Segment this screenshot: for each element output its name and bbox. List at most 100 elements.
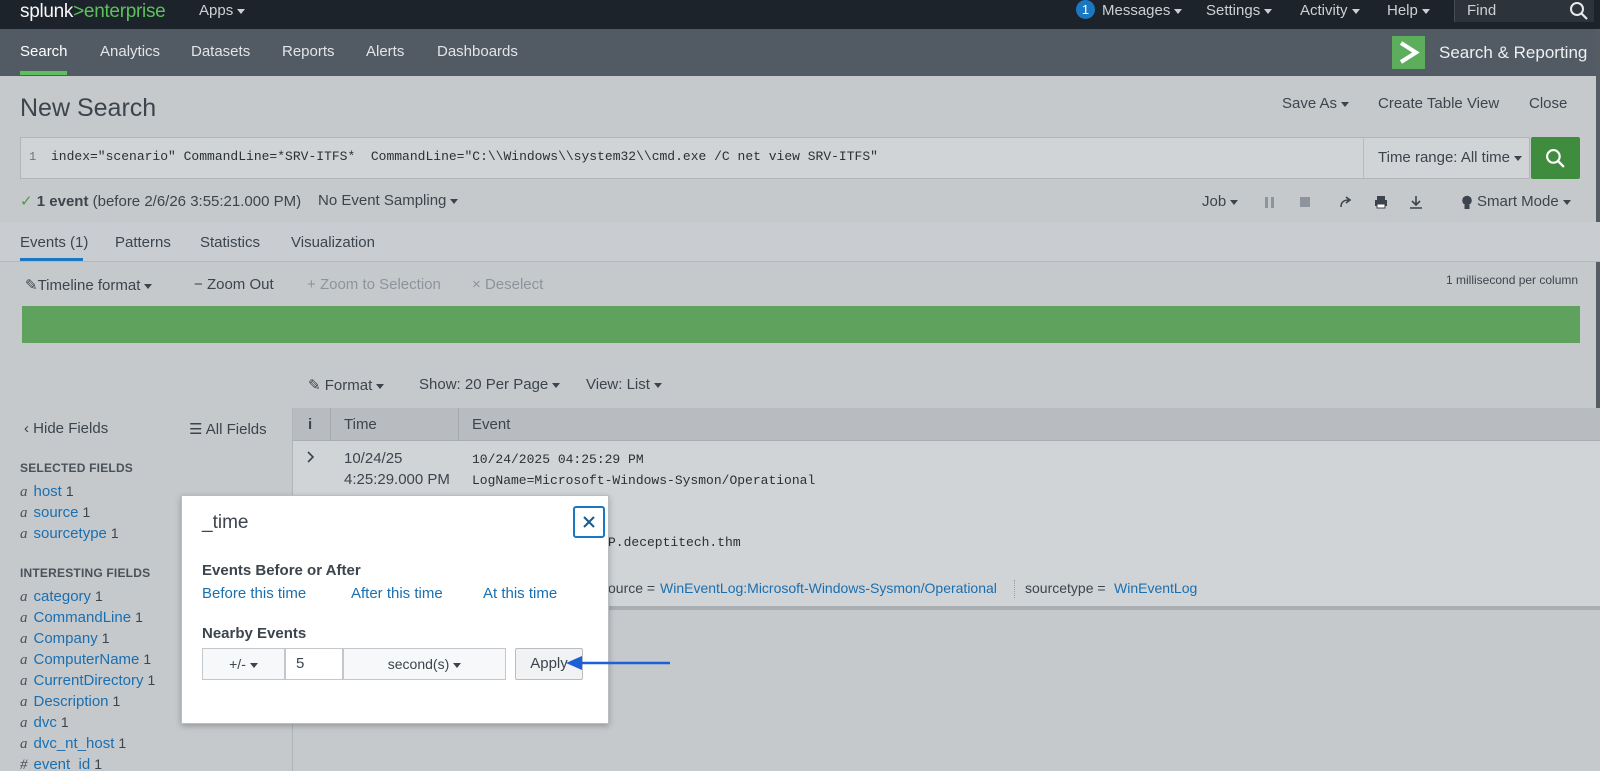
time-popover: _time Events Before or After Before this… [181,495,609,724]
sourcetype-field-value[interactable]: WinEventLog [1114,580,1197,596]
field-item-event-id[interactable]: # event_id 1 [20,756,102,771]
field-count: 1 [143,651,152,667]
field-name[interactable]: host [34,483,62,500]
at-this-time-link[interactable]: At this time [483,585,557,602]
field-name[interactable]: category [34,588,92,605]
pause-icon[interactable] [1264,196,1276,209]
run-search-button[interactable] [1531,137,1580,179]
chevron-right-icon[interactable] [306,451,316,463]
export-icon[interactable] [1409,195,1423,209]
timeline-histogram-bar[interactable] [22,306,1580,343]
save-as-menu[interactable]: Save As [1282,95,1350,112]
time-unit-select[interactable]: second(s) [343,648,506,680]
field-type: a [20,652,28,668]
field-item-source[interactable]: a source 1 [20,504,90,522]
field-item-dvc[interactable]: a dvc 1 [20,714,69,732]
zoom-to-selection-button[interactable]: + Zoom to Selection [307,276,441,293]
field-name[interactable]: sourcetype [34,525,107,542]
field-name[interactable]: Description [34,693,109,710]
field-type: a [20,589,28,605]
field-name[interactable]: event_id [34,756,91,771]
line-number: 1 [29,150,37,164]
field-item-computername[interactable]: a ComputerName 1 [20,651,151,669]
search-query-text[interactable]: index="scenario" CommandLine=*SRV-ITFS* … [51,149,878,164]
before-this-time-link[interactable]: Before this time [202,585,306,602]
apps-menu[interactable]: Apps [199,2,246,20]
column-divider [330,408,331,441]
job-menu[interactable]: Job [1202,193,1239,210]
list-icon: ☰ [189,421,206,438]
global-top-bar: splunk>enterprise Apps 1 Messages Settin… [0,0,1600,29]
field-item-dvc-nt-host[interactable]: a dvc_nt_host 1 [20,735,126,753]
field-item-currentdirectory[interactable]: a CurrentDirectory 1 [20,672,155,690]
field-name[interactable]: dvc [34,714,57,731]
timeline-format-menu[interactable]: ✎Timeline format [25,276,153,294]
deselect-button[interactable]: × Deselect [472,276,543,293]
search-reporting-app-icon [1392,36,1425,69]
events-before-after-heading: Events Before or After [202,562,361,579]
event-sampling-menu[interactable]: No Event Sampling [318,192,459,209]
time-range-picker[interactable]: Time range: All time [1363,137,1530,179]
field-item-description[interactable]: a Description 1 [20,693,120,711]
help-menu[interactable]: Help [1387,2,1430,20]
format-menu[interactable]: ✎ Format [308,376,385,394]
field-item-company[interactable]: a Company 1 [20,630,110,648]
hide-fields-button[interactable]: ‹ Hide Fields [24,420,108,437]
close-popover-button[interactable] [573,506,605,538]
tab-datasets[interactable]: Datasets [191,43,250,60]
close-button[interactable]: Close [1529,95,1567,112]
tab-patterns[interactable]: Patterns [115,234,171,251]
view-mode-menu[interactable]: View: List [586,376,662,393]
annotation-arrow-icon [566,656,670,670]
share-icon[interactable] [1339,195,1353,209]
event-count: 1 event [36,193,89,210]
tab-reports[interactable]: Reports [282,43,335,60]
tab-statistics[interactable]: Statistics [200,234,260,251]
field-item-sourcetype[interactable]: a sourcetype 1 [20,525,119,543]
field-name[interactable]: dvc_nt_host [34,735,115,752]
activity-menu[interactable]: Activity [1300,2,1360,20]
tab-visualization[interactable]: Visualization [291,234,375,251]
after-this-time-link[interactable]: After this time [351,585,443,602]
field-type: a [20,673,28,689]
zoom-out-button[interactable]: − Zoom Out [194,276,274,293]
field-name[interactable]: ComputerName [34,651,140,668]
messages-menu[interactable]: Messages [1102,2,1183,20]
field-item-host[interactable]: a host 1 [20,483,74,501]
field-item-commandline[interactable]: a CommandLine 1 [20,609,143,627]
field-name[interactable]: Company [34,630,98,647]
search-query-editor[interactable]: 1 index="scenario" CommandLine=*SRV-ITFS… [20,137,1368,179]
selected-fields-heading: SELECTED FIELDS [20,461,134,475]
source-field-value[interactable]: WinEventLog:Microsoft-Windows-Sysmon/Ope… [660,580,997,596]
tab-analytics[interactable]: Analytics [100,43,160,60]
search-status: ✓ 1 event (before 2/6/26 3:55:21.000 PM) [20,192,301,210]
create-table-view-button[interactable]: Create Table View [1378,95,1499,112]
search-mode-menu[interactable]: Smart Mode [1477,193,1571,210]
settings-menu[interactable]: Settings [1206,2,1273,20]
page-scrollbar[interactable] [1596,29,1600,409]
tab-events[interactable]: Events (1) [20,234,88,251]
tab-search[interactable]: Search [20,43,68,60]
time-column-header[interactable]: Time [344,416,377,433]
plus-minus-select[interactable]: +/- [202,648,285,680]
nearby-amount-input[interactable]: 5 [285,648,343,680]
search-icon[interactable] [1569,1,1589,21]
field-name[interactable]: source [34,504,79,521]
all-fields-button[interactable]: ☰ All Fields [189,420,267,438]
chevron-down-icon [144,283,153,289]
stop-icon[interactable] [1299,196,1311,209]
event-time[interactable]: 4:25:29.000 PM [344,471,450,488]
app-name[interactable]: Search & Reporting [1439,43,1587,63]
chevron-left-icon: ‹ [24,420,34,437]
print-icon[interactable] [1374,195,1388,209]
tab-alerts[interactable]: Alerts [366,43,404,60]
event-date[interactable]: 10/24/25 [344,450,402,467]
splunk-logo[interactable]: splunk>enterprise [20,1,166,23]
find-search-box[interactable]: Find [1454,0,1594,22]
field-count: 1 [95,588,103,604]
field-item-category[interactable]: a category 1 [20,588,103,606]
field-name[interactable]: CurrentDirectory [34,672,144,689]
tab-dashboards[interactable]: Dashboards [437,43,518,60]
field-name[interactable]: CommandLine [34,609,132,626]
per-page-menu[interactable]: Show: 20 Per Page [419,376,561,393]
